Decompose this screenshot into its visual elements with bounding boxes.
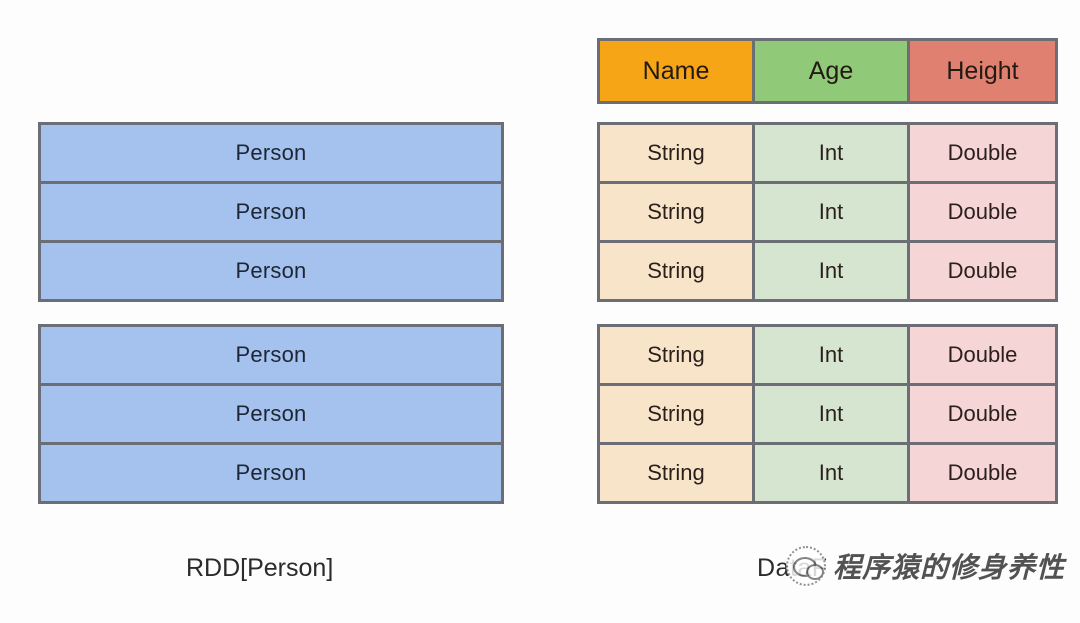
table-row: String Int Double: [600, 184, 1055, 240]
dataframe-partition-block-2: String Int Double String Int Double Stri…: [597, 324, 1058, 504]
table-row: String Int Double: [600, 445, 1055, 501]
column-header-name: Name: [600, 41, 752, 101]
cell-age-type: Int: [755, 243, 907, 299]
cell-age-type: Int: [755, 125, 907, 181]
column-header-height: Height: [910, 41, 1055, 101]
diagram-canvas: Person Person Person Person Person Perso…: [0, 0, 1080, 623]
rdd-record-row: Person: [41, 243, 501, 299]
cell-height-type: Double: [910, 327, 1055, 383]
table-row: String Int Double: [600, 125, 1055, 181]
cell-name-type: String: [600, 243, 752, 299]
cell-name-type: String: [600, 184, 752, 240]
wechat-official-account-icon: [786, 546, 826, 586]
cell-name-type: String: [600, 125, 752, 181]
watermark: 程序猿的修身养性: [786, 546, 1065, 586]
cell-name-type: String: [600, 445, 752, 501]
cell-age-type: Int: [755, 184, 907, 240]
rdd-partition-block-1: Person Person Person: [38, 122, 504, 302]
cell-name-type: String: [600, 386, 752, 442]
cell-age-type: Int: [755, 445, 907, 501]
table-row: String Int Double: [600, 327, 1055, 383]
dataframe-partition-block-1: String Int Double String Int Double Stri…: [597, 122, 1058, 302]
cell-name-type: String: [600, 327, 752, 383]
rdd-record-row: Person: [41, 386, 501, 442]
rdd-record-row: Person: [41, 125, 501, 181]
column-header-age: Age: [755, 41, 907, 101]
cell-height-type: Double: [910, 184, 1055, 240]
cell-height-type: Double: [910, 243, 1055, 299]
watermark-text: 程序猿的修身养性: [833, 552, 1066, 583]
cell-age-type: Int: [755, 327, 907, 383]
rdd-record-row: Person: [41, 327, 501, 383]
cell-height-type: Double: [910, 125, 1055, 181]
table-row: String Int Double: [600, 243, 1055, 299]
rdd-caption: RDD[Person]: [186, 554, 334, 582]
cell-age-type: Int: [755, 386, 907, 442]
rdd-record-row: Person: [41, 184, 501, 240]
dataframe-header-row: Name Age Height: [600, 41, 1055, 101]
rdd-partition-block-2: Person Person Person: [38, 324, 504, 504]
cell-height-type: Double: [910, 445, 1055, 501]
dataframe-header-block: Name Age Height: [597, 38, 1058, 104]
table-row: String Int Double: [600, 386, 1055, 442]
cell-height-type: Double: [910, 386, 1055, 442]
rdd-record-row: Person: [41, 445, 501, 501]
